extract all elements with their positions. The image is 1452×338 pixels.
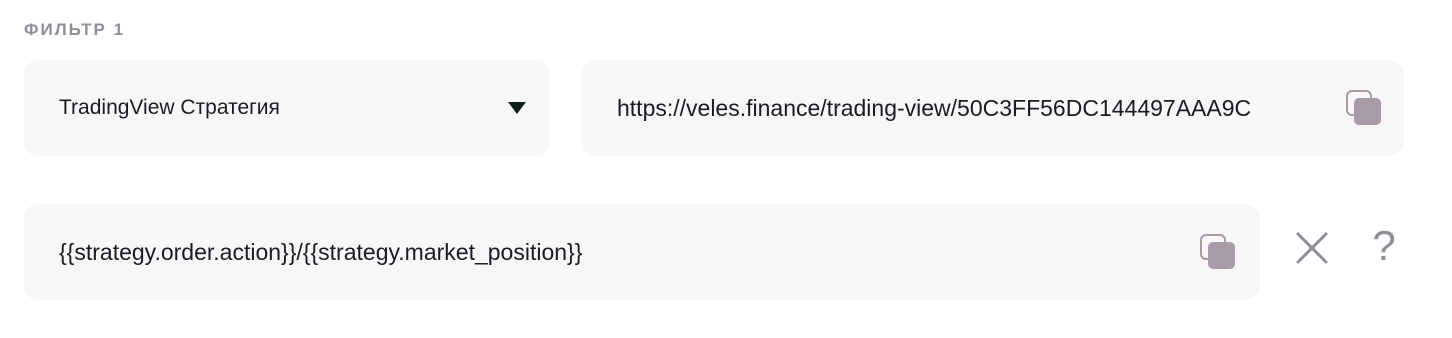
- message-template-field[interactable]: {{strategy.order.action}}/{{strategy.mar…: [24, 204, 1260, 300]
- webhook-url-value: https://veles.finance/trading-view/50C3F…: [617, 94, 1252, 121]
- help-button[interactable]: ?: [1362, 222, 1406, 270]
- message-template-value: {{strategy.order.action}}/{{strategy.mar…: [59, 238, 583, 265]
- filter-section: ФИЛЬТР 1 TradingView Стратегия https://v…: [0, 0, 1452, 338]
- copy-template-button[interactable]: [1198, 232, 1238, 272]
- filter-title: ФИЛЬТР 1: [24, 20, 126, 39]
- copy-icon-front: [1354, 98, 1381, 125]
- remove-filter-button[interactable]: [1292, 228, 1332, 268]
- source-select[interactable]: TradingView Стратегия: [24, 60, 550, 156]
- copy-url-button[interactable]: [1344, 88, 1384, 128]
- source-select-value: TradingView Стратегия: [59, 96, 280, 119]
- webhook-url-field[interactable]: https://veles.finance/trading-view/50C3F…: [582, 60, 1404, 156]
- copy-icon-front: [1208, 242, 1235, 269]
- close-icon: [1296, 232, 1328, 264]
- caret-down-icon: [508, 102, 526, 114]
